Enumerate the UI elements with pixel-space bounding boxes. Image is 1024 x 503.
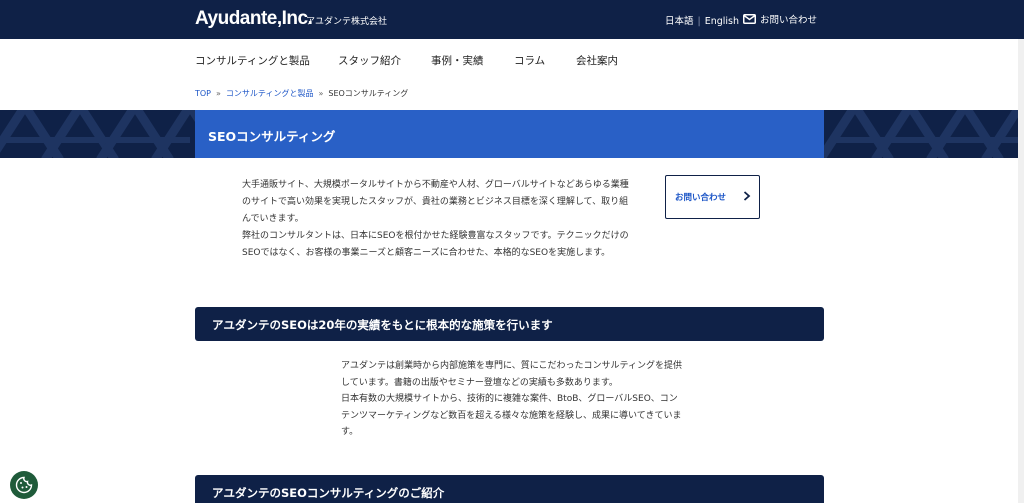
- cookie-icon: [15, 476, 33, 494]
- nav-item-consulting[interactable]: コンサルティングと製品: [195, 53, 338, 68]
- section-paragraph: アユダンテは創業時から内部施策を専門に、質にこだわったコンサルティングを提供して…: [341, 361, 683, 388]
- intro-paragraph: 大手通販サイト、大規模ポータルサイトから不動産や人材、グローバルサイトなどあらゆ…: [242, 180, 629, 224]
- company-name: アユダンテ株式会社: [306, 17, 388, 27]
- cookie-settings-button[interactable]: [10, 471, 38, 499]
- contact-button-label: お問い合わせ: [675, 193, 727, 203]
- lang-ja-link[interactable]: 日本語: [665, 16, 694, 27]
- top-bar: [0, 0, 1024, 39]
- intro-paragraph: 弊社のコンサルタントは、日本にSEOを根付かせた経験豊富なスタッフです。テクニッ…: [242, 231, 629, 258]
- page-title: SEOコンサルティング: [208, 129, 336, 144]
- scrollbar[interactable]: [1018, 39, 1024, 503]
- envelope-icon: [743, 14, 756, 24]
- breadcrumb-top[interactable]: TOP: [195, 89, 211, 98]
- global-nav: コンサルティングと製品 スタッフ紹介 事例・実績 コラム 会社案内: [195, 53, 636, 68]
- section-heading: アユダンテのSEOコンサルティングのご紹介: [195, 475, 824, 503]
- section-paragraph: 日本有数の大規模サイトから、技術的に複雑な案件、BtoB、グローバルSEO、コン…: [341, 394, 682, 437]
- breadcrumb-current: SEOコンサルティング: [328, 89, 409, 98]
- contact-button[interactable]: お問い合わせ: [665, 175, 760, 219]
- section-heading-text: アユダンテのSEOコンサルティングのご紹介: [212, 486, 445, 500]
- nav-item-cases[interactable]: 事例・実績: [431, 53, 514, 68]
- hero-title-box: SEOコンサルティング: [195, 110, 824, 158]
- breadcrumb-consulting[interactable]: コンサルティングと製品: [226, 89, 314, 98]
- lang-divider: |: [697, 16, 701, 27]
- lang-en-link[interactable]: English: [705, 16, 739, 27]
- language-switcher: 日本語 | English: [665, 13, 739, 27]
- breadcrumb-separator: »: [216, 89, 221, 98]
- intro-text: 大手通販サイト、大規模ポータルサイトから不動産や人材、グローバルサイトなどあらゆ…: [242, 177, 632, 262]
- chevron-right-icon: [743, 191, 751, 201]
- header-contact-label: お問い合わせ: [760, 15, 818, 26]
- breadcrumb-separator: »: [318, 89, 324, 98]
- nav-item-column[interactable]: コラム: [514, 53, 576, 68]
- section-body: アユダンテは創業時から内部施策を専門に、質にこだわったコンサルティングを提供して…: [341, 358, 686, 441]
- header-contact-link[interactable]: お問い合わせ: [743, 12, 817, 26]
- section-heading-text: アユダンテのSEOは20年の実績をもとに根本的な施策を行います: [212, 318, 553, 332]
- section-heading: アユダンテのSEOは20年の実績をもとに根本的な施策を行います: [195, 307, 824, 341]
- breadcrumb: TOP » コンサルティングと製品 » SEOコンサルティング: [195, 88, 408, 99]
- site-logo[interactable]: Ayudante,Inc.: [195, 8, 313, 30]
- nav-item-staff[interactable]: スタッフ紹介: [338, 53, 431, 68]
- nav-item-company[interactable]: 会社案内: [576, 53, 636, 68]
